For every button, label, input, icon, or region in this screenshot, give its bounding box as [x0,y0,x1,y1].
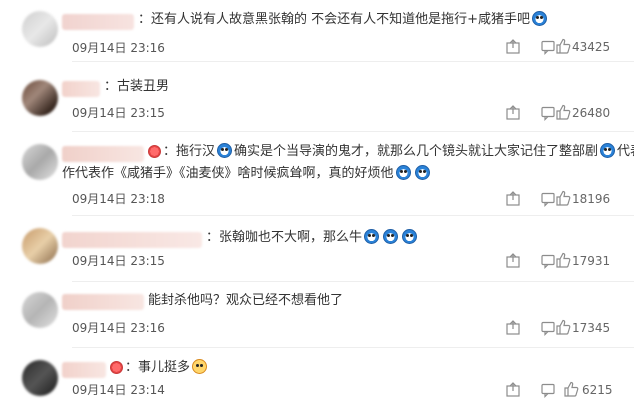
comment-time: 09月14日 23:15 [72,106,165,120]
thumbs-up-icon[interactable] [563,381,579,397]
comment-text-body: ：还有人说有人故意黑张翰的 不会还有人不知道他是拖行+咸猪手吧 [138,12,531,27]
share-icon[interactable] [505,320,521,336]
comment-text: ：古装丑男 [104,76,169,98]
comment-text-body: ：张翰咖也不大啊，那么牛 [206,230,363,245]
comment-icon[interactable] [540,191,556,207]
comment-icon[interactable] [540,105,556,121]
username-blurred[interactable] [62,81,100,97]
avatar[interactable] [22,228,58,264]
divider [72,281,634,282]
username-blurred[interactable] [62,14,134,30]
doraemon-emoji [414,165,430,180]
avatar[interactable] [22,292,58,328]
thumbs-up-icon[interactable] [555,38,571,54]
like-count: 17931 [572,254,611,268]
smile-emoji [192,359,208,374]
comment-text-body: 确实是个当导演的鬼才，就那么几个镜头就让大家记住了整部剧 [234,144,599,159]
comment-icon[interactable] [540,320,556,336]
share-icon[interactable] [505,105,521,121]
doraemon-emoji [402,229,418,244]
avatar[interactable] [22,144,58,180]
comment-item: 能封杀他吗？观众已经不想看他了 09月14日 23:16 17345 [0,284,634,350]
thumbs-up-icon[interactable] [555,190,571,206]
comment-text-line2: 作代表作《咸猪手》《油麦侠》啥时候疯耸啊，真的好烦他 [62,163,432,185]
thumbs-up-icon[interactable] [555,104,571,120]
heart-emoji [148,145,161,158]
thumbs-up-icon[interactable] [555,252,571,268]
share-icon[interactable] [505,253,521,269]
comment-text-body: 能封杀他吗？观众已经不想看他了 [148,293,344,308]
comment-item: ：事儿挺多 09月14日 23:14 6215 [0,350,634,412]
doraemon-emoji [395,165,411,180]
username-blurred[interactable] [62,146,144,162]
comment-text-body: ：古装丑男 [104,79,170,94]
comment-item: ：张翰咖也不大啊，那么牛 09月14日 23:15 17931 [0,218,634,284]
comment-text-body: 拖行汉 [176,144,216,159]
thumbs-up-icon[interactable] [555,319,571,335]
like-count: 6215 [582,383,613,397]
comment-text: ：还有人说有人故意黑张翰的 不会还有人不知道他是拖行+咸猪手吧 [138,9,549,31]
comment-text-body: ：事儿挺多 [125,360,191,375]
username-blurred[interactable] [62,294,144,310]
like-count: 18196 [572,192,611,206]
doraemon-emoji [364,229,380,244]
comment-time: 09月14日 23:16 [72,41,165,55]
share-icon[interactable] [505,191,521,207]
share-icon[interactable] [505,39,521,55]
like-count: 17345 [572,321,611,335]
doraemon-emoji [383,229,399,244]
doraemon-emoji [600,143,616,158]
comment-icon[interactable] [540,253,556,269]
heart-emoji [110,361,123,374]
comment-time: 09月14日 23:16 [72,321,165,335]
avatar[interactable] [22,360,58,396]
comment-text: ：拖行汉确实是个当导演的鬼才，就那么几个镜头就让大家记住了整部剧代表 [146,141,634,163]
comment-item: ：古装丑男 09月14日 23:15 26480 [0,62,634,132]
comment-item: ：还有人说有人故意黑张翰的 不会还有人不知道他是拖行+咸猪手吧 09月14日 2… [0,0,634,62]
username-blurred[interactable] [62,362,106,378]
avatar[interactable] [22,80,58,116]
comment-item: ：拖行汉确实是个当导演的鬼才，就那么几个镜头就让大家记住了整部剧代表 作代表作《… [0,132,634,216]
comment-icon[interactable] [540,39,556,55]
comment-text-body: 代表作《咸猪手》《油麦侠》啥时候疯耸啊，真的好烦他 [75,166,394,181]
doraemon-emoji [217,143,233,158]
comment-time: 09月14日 23:15 [72,254,165,268]
divider [72,347,634,348]
doraemon-emoji [532,11,548,26]
divider [72,215,634,216]
username-blurred[interactable] [62,232,202,248]
comment-time: 09月14日 23:14 [72,383,165,397]
like-count: 26480 [572,106,611,120]
comment-icon[interactable] [540,382,556,398]
comment-text: 能封杀他吗？观众已经不想看他了 [148,290,343,312]
like-count: 43425 [572,40,611,54]
avatar[interactable] [22,11,58,47]
comment-text: ：张翰咖也不大啊，那么牛 [206,227,419,249]
comment-time: 09月14日 23:18 [72,192,165,206]
comment-text: ：事儿挺多 [108,357,209,379]
share-icon[interactable] [505,382,521,398]
